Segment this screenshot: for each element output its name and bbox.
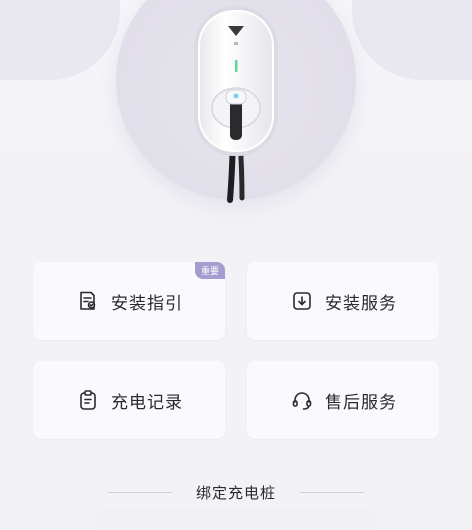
charging-record-label: 充电记录	[111, 392, 183, 413]
install-service-label: 安装服务	[325, 293, 397, 314]
charger-image	[194, 6, 278, 203]
charging-record-card[interactable]: 充电记录	[33, 361, 225, 439]
install-guide-card[interactable]: 安装指引 重要	[33, 262, 225, 340]
divider-left	[107, 491, 172, 493]
charging-record-icon	[75, 387, 101, 413]
hero-decor-left	[0, 0, 120, 80]
install-guide-label: 安装指引	[111, 293, 183, 314]
divider-right	[300, 491, 364, 493]
after-sales-card[interactable]: 售后服务	[247, 361, 439, 439]
hero-decor-right	[352, 0, 472, 80]
bottom-sheet-edge	[96, 510, 376, 530]
headset-icon	[289, 387, 315, 413]
install-guide-icon	[75, 288, 101, 314]
after-sales-label: 售后服务	[325, 392, 397, 413]
install-service-card[interactable]: 安装服务	[247, 262, 439, 340]
install-service-icon	[289, 288, 315, 314]
hero-section	[0, 0, 472, 250]
bind-charger-link[interactable]: 绑定充电桩	[196, 482, 276, 503]
important-badge: 重要	[194, 262, 225, 279]
bind-charger-section: 绑定充电桩	[0, 480, 472, 504]
